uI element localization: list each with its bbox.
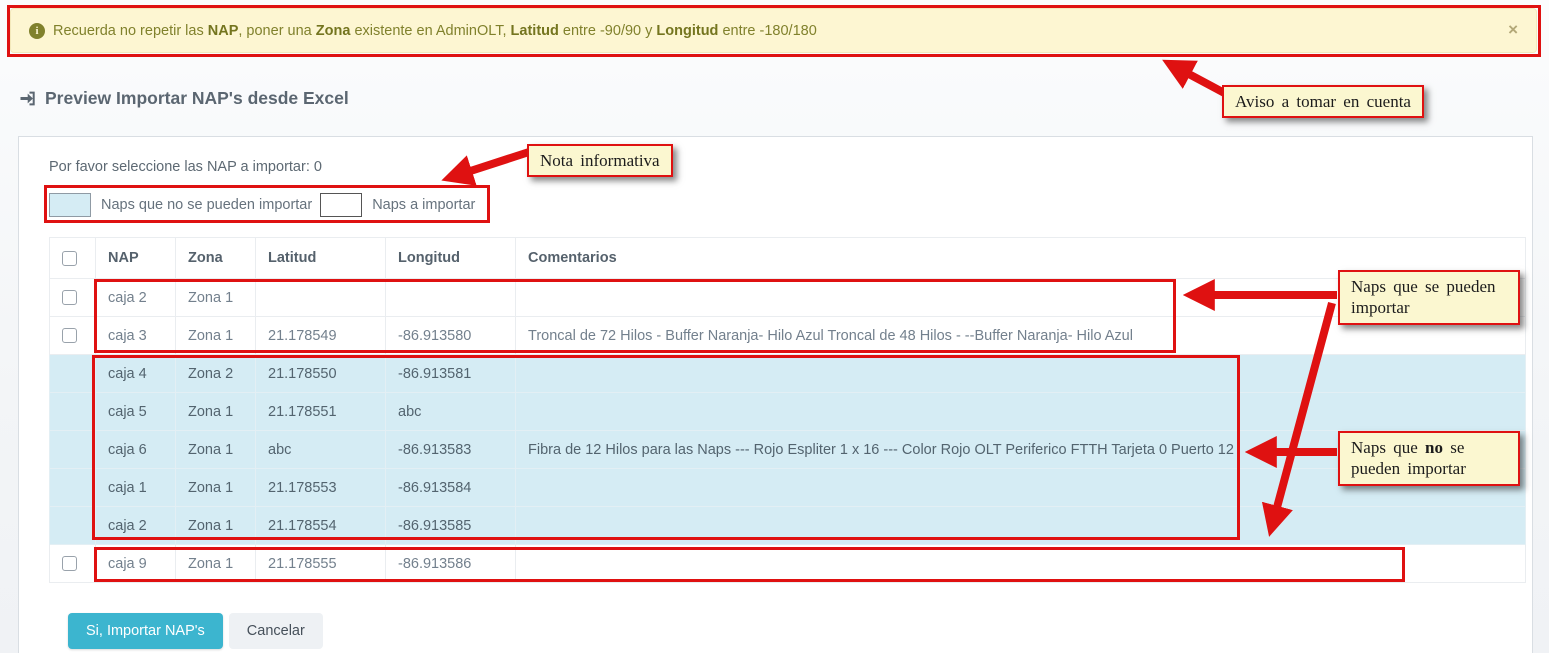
cell-comentarios [516, 507, 1526, 545]
cell-latitud: 21.178550 [256, 355, 386, 393]
column-header-latitud: Latitud [256, 238, 386, 279]
cell-comentarios: Fibra de 12 Hilos para las Naps --- Rojo… [516, 431, 1526, 469]
cell-longitud: -86.913586 [386, 545, 516, 583]
page-title: Preview Importar NAP's desde Excel [18, 88, 349, 109]
table-row-importable: caja 2Zona 1 [50, 279, 1526, 317]
select-all-checkbox[interactable] [62, 251, 77, 266]
info-circle-icon: i [29, 23, 45, 39]
cell-zona: Zona 1 [176, 545, 256, 583]
row-checkbox[interactable] [62, 556, 77, 571]
cell-longitud: abc [386, 393, 516, 431]
cell-latitud: abc [256, 431, 386, 469]
cell-nap: caja 3 [96, 317, 176, 355]
blocked-color-swatch [49, 193, 91, 217]
cell-latitud: 21.178553 [256, 469, 386, 507]
cell-nap: caja 2 [96, 507, 176, 545]
cell-comentarios [516, 355, 1526, 393]
cell-comentarios: Troncal de 72 Hilos - Buffer Naranja- Hi… [516, 317, 1526, 355]
row-select-cell [50, 545, 96, 583]
close-icon[interactable]: × [1508, 21, 1518, 38]
cell-comentarios [516, 393, 1526, 431]
table-row-blocked: caja 4Zona 221.178550-86.913581 [50, 355, 1526, 393]
cell-longitud: -86.913585 [386, 507, 516, 545]
import-naps-preview-page: i Recuerda no repetir las NAP, poner una… [0, 0, 1549, 653]
cell-longitud: -86.913581 [386, 355, 516, 393]
row-select-cell [50, 317, 96, 355]
cell-comentarios [516, 279, 1526, 317]
column-header-longitud: Longitud [386, 238, 516, 279]
selection-instruction: Por favor seleccione las NAP a importar:… [49, 159, 322, 175]
sign-in-icon [18, 89, 37, 108]
cell-nap: caja 4 [96, 355, 176, 393]
cell-zona: Zona 1 [176, 431, 256, 469]
table-row-importable: caja 9Zona 121.178555-86.913586 [50, 545, 1526, 583]
legend: Naps que no se pueden importar Naps a im… [49, 188, 483, 222]
preview-card: Por favor seleccione las NAP a importar:… [18, 136, 1533, 653]
cell-nap: caja 9 [96, 545, 176, 583]
cell-zona: Zona 1 [176, 507, 256, 545]
row-select-cell [50, 393, 96, 431]
cell-zona: Zona 1 [176, 279, 256, 317]
cancel-button[interactable]: Cancelar [229, 613, 323, 649]
row-select-cell [50, 355, 96, 393]
row-select-cell [50, 431, 96, 469]
cell-longitud: -86.913584 [386, 469, 516, 507]
cell-latitud: 21.178549 [256, 317, 386, 355]
cell-latitud: 21.178555 [256, 545, 386, 583]
column-header-nap: NAP [96, 238, 176, 279]
cell-latitud: 21.178554 [256, 507, 386, 545]
table-row-blocked: caja 5Zona 121.178551abc [50, 393, 1526, 431]
cell-nap: caja 1 [96, 469, 176, 507]
cell-nap: caja 2 [96, 279, 176, 317]
naps-table-wrapper: NAP Zona Latitud Longitud Comentarios ca… [49, 237, 1526, 583]
warning-alert: i Recuerda no repetir las NAP, poner una… [10, 8, 1537, 53]
table-row-blocked: caja 6Zona 1abc-86.913583Fibra de 12 Hil… [50, 431, 1526, 469]
row-select-cell [50, 507, 96, 545]
cell-zona: Zona 1 [176, 469, 256, 507]
row-checkbox[interactable] [62, 290, 77, 305]
cell-longitud: -86.913580 [386, 317, 516, 355]
page-title-text: Preview Importar NAP's desde Excel [45, 88, 349, 109]
cell-zona: Zona 1 [176, 317, 256, 355]
naps-table: NAP Zona Latitud Longitud Comentarios ca… [49, 237, 1526, 583]
cell-nap: caja 6 [96, 431, 176, 469]
cell-comentarios [516, 469, 1526, 507]
row-select-cell [50, 279, 96, 317]
table-header-row: NAP Zona Latitud Longitud Comentarios [50, 238, 1526, 279]
action-buttons: Si, Importar NAP's Cancelar [68, 613, 323, 649]
cell-zona: Zona 2 [176, 355, 256, 393]
row-select-cell [50, 469, 96, 507]
select-all-cell [50, 238, 96, 279]
importable-legend-label: Naps a importar [362, 197, 483, 213]
cell-longitud [386, 279, 516, 317]
importable-color-swatch [320, 193, 362, 217]
table-row-importable: caja 3Zona 121.178549-86.913580Troncal d… [50, 317, 1526, 355]
column-header-comentarios: Comentarios [516, 238, 1526, 279]
cell-comentarios [516, 545, 1526, 583]
column-header-zona: Zona [176, 238, 256, 279]
table-row-blocked: caja 2Zona 121.178554-86.913585 [50, 507, 1526, 545]
cell-latitud [256, 279, 386, 317]
cell-latitud: 21.178551 [256, 393, 386, 431]
import-naps-button[interactable]: Si, Importar NAP's [68, 613, 223, 649]
cell-nap: caja 5 [96, 393, 176, 431]
cell-zona: Zona 1 [176, 393, 256, 431]
table-row-blocked: caja 1Zona 121.178553-86.913584 [50, 469, 1526, 507]
warning-alert-text: Recuerda no repetir las NAP, poner una Z… [53, 23, 817, 39]
annotation-label-aviso: Aviso a tomar en cuenta [1222, 85, 1424, 118]
row-checkbox[interactable] [62, 328, 77, 343]
blocked-legend-label: Naps que no se pueden importar [91, 197, 320, 213]
cell-longitud: -86.913583 [386, 431, 516, 469]
